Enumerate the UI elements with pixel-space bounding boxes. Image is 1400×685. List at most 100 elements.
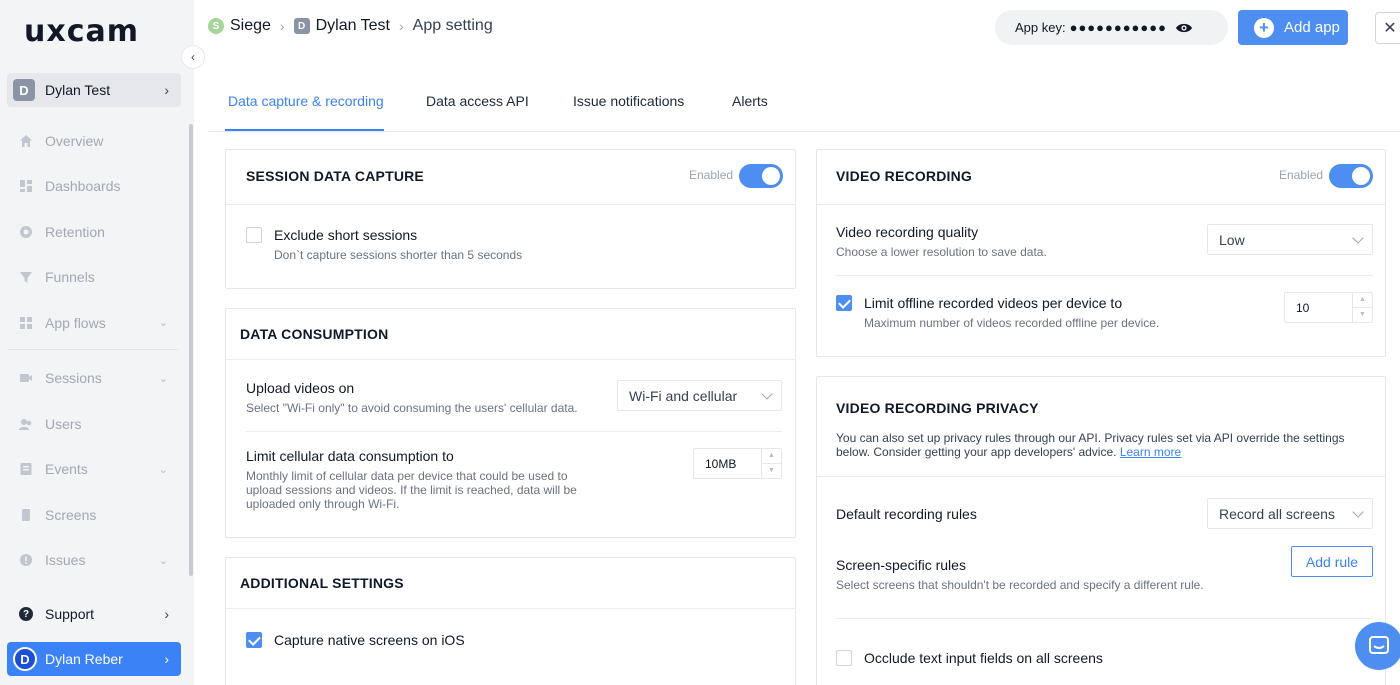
sidebar-item-label: Screens [45, 506, 97, 523]
chevron-right-icon: › [164, 651, 169, 667]
select-value: Record all screens [1219, 505, 1335, 522]
capture-ios-screens-checkbox[interactable] [246, 632, 262, 648]
upload-network-select[interactable]: Wi-Fi and cellular [617, 380, 782, 411]
learn-more-link[interactable]: Learn more [1120, 445, 1181, 459]
nav-divider [8, 348, 178, 350]
session-capture-toggle[interactable] [739, 164, 783, 188]
cellular-limit-stepper[interactable]: 10MB ▲ ▼ [693, 448, 782, 479]
users-icon [18, 416, 34, 432]
collapse-sidebar-button[interactable]: ‹ [181, 45, 205, 69]
breadcrumb-org[interactable]: Siege [230, 17, 271, 35]
sidebar-item-retention[interactable]: Retention [0, 209, 186, 255]
occlude-text-inputs-checkbox[interactable] [836, 650, 852, 666]
caret-down-icon[interactable]: ▼ [762, 464, 781, 479]
tab-data-capture[interactable]: Data capture & recording [228, 93, 384, 109]
app-flows-icon [18, 315, 34, 331]
limit-offline-videos-checkbox[interactable] [836, 295, 852, 311]
sidebar-item-label: Events [45, 461, 88, 478]
user-name: Dylan Reber [45, 651, 123, 667]
sidebar-item-dashboards[interactable]: Dashboards [0, 164, 186, 210]
add-app-label: Add app [1284, 19, 1340, 36]
select-value: Wi-Fi and cellular [629, 387, 738, 404]
setting-description: Maximum number of videos recorded offlin… [864, 316, 1160, 330]
sidebar-item-funnels[interactable]: Funnels [0, 255, 186, 301]
video-quality-select[interactable]: Low [1207, 224, 1373, 255]
sidebar-item-issues[interactable]: Issues ⌄ [0, 538, 186, 584]
add-app-button[interactable]: + Add app [1238, 10, 1348, 45]
retention-icon [18, 224, 34, 240]
settings-tabs: Data capture & recording Data access API… [208, 80, 1400, 132]
sidebar-scrollbar[interactable] [189, 124, 193, 576]
default-recording-rules-select[interactable]: Record all screens [1207, 498, 1373, 529]
support-menu[interactable]: ? Support › [7, 598, 181, 630]
events-icon [18, 461, 34, 477]
stepper-value: 10MB [705, 456, 737, 471]
sidebar-item-overview[interactable]: Overview [0, 118, 186, 164]
org-badge: S [208, 18, 224, 34]
support-label: Support [45, 606, 95, 622]
divider [817, 476, 1385, 477]
setting-label: Limit offline recorded videos per device… [864, 295, 1123, 311]
chevron-right-icon: › [164, 82, 169, 98]
privacy-description-text: You can also set up privacy rules throug… [836, 431, 1345, 459]
video-privacy-card [816, 376, 1386, 685]
sidebar: uxcam D Dylan Test › Overview Dashboards… [0, 0, 194, 685]
select-value: Low [1219, 231, 1245, 248]
tab-issue-notifications[interactable]: Issue notifications [573, 93, 684, 109]
support-chat-button[interactable] [1355, 622, 1400, 670]
sidebar-item-sessions[interactable]: Sessions ⌄ [0, 356, 186, 402]
sidebar-item-label: Users [45, 415, 82, 432]
workspace-switcher[interactable]: D Dylan Test › [7, 73, 181, 107]
tab-alerts[interactable]: Alerts [732, 93, 768, 109]
sidebar-item-label: Retention [45, 223, 105, 240]
sidebar-item-label: App flows [45, 314, 106, 331]
setting-label: Capture native screens on iOS [274, 632, 465, 648]
setting-label: Upload videos on [246, 380, 355, 396]
active-tab-indicator [225, 129, 384, 131]
sidebar-item-label: Sessions [45, 370, 102, 387]
sidebar-item-users[interactable]: Users [0, 401, 186, 447]
setting-label: Limit cellular data consumption to [246, 448, 454, 464]
close-icon: ✕ [1383, 20, 1397, 37]
setting-label: Occlude text input fields on all screens [864, 650, 1103, 666]
workspace-avatar: D [13, 79, 35, 101]
divider [836, 618, 1373, 619]
exclude-short-sessions-checkbox[interactable] [246, 227, 262, 243]
offline-videos-stepper[interactable]: 10 ▲ ▼ [1284, 292, 1373, 323]
chevron-down-icon [1352, 506, 1364, 518]
chevron-right-icon: › [164, 606, 169, 622]
caret-down-icon[interactable]: ▼ [1353, 308, 1372, 323]
uxcam-logo[interactable]: uxcam [24, 14, 139, 49]
chat-icon [1369, 636, 1389, 654]
chevron-down-icon: ⌄ [158, 372, 168, 385]
section-title: ADDITIONAL SETTINGS [240, 575, 404, 591]
setting-description: Select screens that shouldn't be recorde… [836, 578, 1204, 592]
add-rule-button[interactable]: Add rule [1291, 546, 1373, 577]
help-icon: ? [19, 607, 33, 621]
caret-up-icon[interactable]: ▲ [762, 449, 781, 464]
sidebar-item-label: Funnels [45, 269, 95, 286]
breadcrumb-app[interactable]: Dylan Test [316, 17, 390, 35]
close-button[interactable]: ✕ [1375, 12, 1400, 44]
stepper-arrows[interactable]: ▲ ▼ [761, 449, 781, 478]
user-menu[interactable]: D Dylan Reber › [7, 642, 181, 676]
breadcrumb-separator-icon: › [399, 18, 404, 34]
chevron-left-icon: ‹ [191, 50, 195, 64]
stepper-arrows[interactable]: ▲ ▼ [1352, 293, 1372, 322]
sidebar-item-label: Dashboards [45, 178, 121, 195]
tab-data-access-api[interactable]: Data access API [426, 93, 529, 109]
setting-label: Default recording rules [836, 506, 977, 522]
caret-up-icon[interactable]: ▲ [1353, 293, 1372, 308]
sidebar-item-label: Overview [45, 132, 104, 149]
sidebar-item-app-flows[interactable]: App flows ⌄ [0, 300, 186, 346]
setting-description: Monthly limit of cellular data per devic… [246, 469, 577, 511]
sidebar-item-label: Issues [45, 552, 86, 569]
eye-icon[interactable] [1175, 22, 1193, 34]
stepper-value: 10 [1296, 300, 1310, 315]
screens-icon [18, 507, 34, 523]
setting-label: Exclude short sessions [274, 227, 418, 243]
sidebar-item-screens[interactable]: Screens [0, 492, 186, 538]
plus-icon: + [1254, 17, 1274, 38]
video-recording-toggle[interactable] [1329, 164, 1373, 188]
sidebar-item-events[interactable]: Events ⌄ [0, 447, 186, 493]
